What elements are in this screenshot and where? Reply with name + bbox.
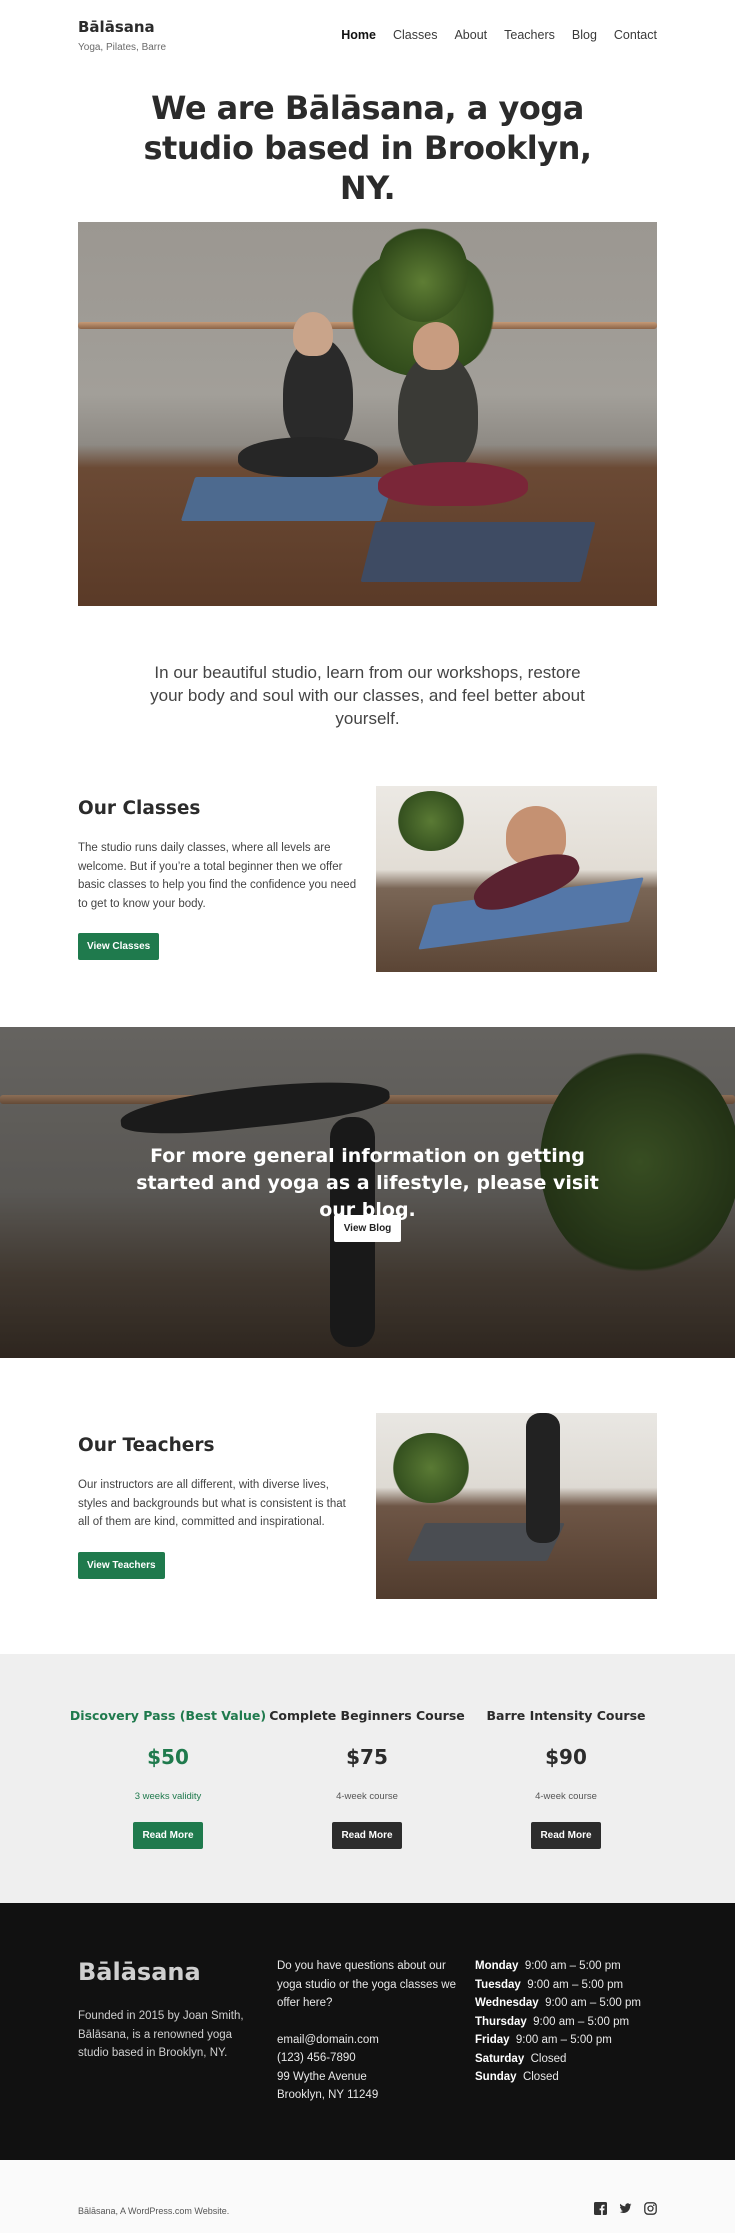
hours-time: 9:00 am – 5:00 pm [515, 2034, 612, 2046]
hours-time: 9:00 am – 5:00 pm [524, 1960, 621, 1972]
hours-row: Monday 9:00 am – 5:00 pm [475, 1957, 665, 1976]
social-links [594, 2202, 657, 2215]
hours-time: 9:00 am – 5:00 pm [527, 1978, 624, 1991]
footer-hours: Monday 9:00 am – 5:00 pm Tuesday 9:00 am… [475, 1957, 665, 2087]
pricing-card-title: Discovery Pass (Best Value) [69, 1708, 267, 1723]
main-nav: Home Classes About Teachers Blog Contact [341, 28, 657, 42]
hours-time: 9:00 am – 5:00 pm [545, 1997, 641, 2009]
hours-row: Thursday 9:00 am – 5:00 pm [475, 2013, 665, 2032]
classes-text: The studio runs daily classes, where all… [78, 842, 357, 910]
nav-item-blog[interactable]: Blog [572, 28, 597, 42]
pricing-card-price: $75 [346, 1745, 388, 1769]
site-tagline: Yoga, Pilates, Barre [78, 42, 167, 53]
footer-address-line1: 99 Wythe Avenue [277, 2070, 367, 2083]
instagram-icon[interactable] [644, 2202, 657, 2215]
teachers-text: Our instructors are all different, with … [78, 1479, 346, 1528]
hours-row: Tuesday 9:00 am – 5:00 pm [475, 1976, 665, 1995]
footer-contact-question: Do you have questions about our yoga stu… [277, 1960, 456, 2009]
site-title-link[interactable]: Bālāsana [78, 18, 155, 36]
hours-day: Saturday [475, 2052, 525, 2065]
hero-image [78, 222, 657, 606]
blog-banner-text: For more general information on getting … [136, 1145, 599, 1221]
pricing-card-title: Barre Intensity Course [486, 1708, 646, 1723]
teachers-image [376, 1413, 657, 1599]
footer-phone: (123) 456-7890 [277, 2052, 356, 2064]
page: Bālāsana Yoga, Pilates, Barre Home Class… [0, 0, 735, 2233]
nav-item-home[interactable]: Home [341, 28, 376, 42]
pricing-card-barre: Barre Intensity Course $90 4-week course… [466, 1708, 666, 1849]
classes-image [376, 786, 657, 972]
hero-title: We are Bālāsana, a yoga studio based in … [143, 89, 593, 207]
nav-item-about[interactable]: About [454, 28, 487, 42]
hours-row: Friday 9:00 am – 5:00 pm [475, 2031, 665, 2050]
hours-time: Closed [530, 2052, 567, 2065]
site-credit-link[interactable]: Bālāsana, A WordPress.com Website. [78, 2206, 229, 2216]
nav-item-contact[interactable]: Contact [614, 28, 657, 42]
pricing-card-note: 4-week course [336, 1791, 398, 1802]
hours-time: 9:00 am – 5:00 pm [533, 2015, 630, 2028]
hours-time: Closed [522, 2071, 559, 2083]
site-footer: Bālāsana Founded in 2015 by Joan Smith, … [0, 1903, 735, 2160]
hours-day: Tuesday [475, 1978, 521, 1991]
hours-day: Thursday [475, 2015, 527, 2028]
footer-brand: Bālāsana [78, 1958, 201, 1986]
read-more-button[interactable]: Read More [133, 1822, 203, 1849]
hours-day: Monday [475, 1960, 519, 1972]
bottom-bar: Bālāsana, A WordPress.com Website. [0, 2160, 735, 2233]
classes-title: Our Classes [78, 798, 201, 819]
pricing-card-beginners: Complete Beginners Course $75 4-week cou… [267, 1708, 467, 1849]
nav-item-classes[interactable]: Classes [393, 28, 437, 42]
footer-contact: Do you have questions about our yoga stu… [277, 1957, 467, 2105]
hours-row: Sunday Closed [475, 2068, 665, 2087]
pricing-card-note: 4-week course [535, 1791, 597, 1802]
pricing-card-discovery: Discovery Pass (Best Value) $50 3 weeks … [68, 1708, 268, 1849]
pricing-section: Discovery Pass (Best Value) $50 3 weeks … [0, 1654, 735, 1903]
pricing-card-note: 3 weeks validity [134, 1791, 202, 1802]
hours-day: Wednesday [475, 1997, 539, 2009]
view-teachers-button[interactable]: View Teachers [78, 1551, 165, 1579]
pricing-card-price: $90 [545, 1745, 587, 1769]
site-header: Bālāsana Yoga, Pilates, Barre Home Class… [78, 18, 657, 58]
read-more-button[interactable]: Read More [332, 1822, 402, 1849]
teachers-section: Our Teachers Our instructors are all dif… [78, 1435, 360, 1579]
footer-address-line2: Brooklyn, NY 11249 [277, 2089, 379, 2101]
nav-item-teachers[interactable]: Teachers [504, 28, 555, 42]
teachers-title: Our Teachers [78, 1435, 215, 1456]
pricing-card-title: Complete Beginners Course [269, 1708, 465, 1723]
view-blog-button[interactable]: View Blog [333, 1215, 402, 1242]
read-more-button[interactable]: Read More [531, 1822, 601, 1849]
footer-email-link[interactable]: email@domain.com [277, 2031, 467, 2050]
hours-row: Saturday Closed [475, 2050, 665, 2069]
facebook-icon[interactable] [594, 2202, 607, 2215]
blog-banner: For more general information on getting … [0, 1027, 735, 1358]
hours-day: Sunday [475, 2071, 517, 2083]
classes-section: Our Classes The studio runs daily classe… [78, 798, 360, 960]
intro-text: In our beautiful studio, learn from our … [150, 663, 585, 728]
twitter-icon[interactable] [619, 2202, 632, 2215]
hours-row: Wednesday 9:00 am – 5:00 pm [475, 1994, 665, 2013]
hours-day: Friday [475, 2034, 510, 2046]
pricing-card-price: $50 [147, 1745, 189, 1769]
footer-about-text: Founded in 2015 by Joan Smith, Bālāsana,… [78, 2010, 244, 2059]
view-classes-button[interactable]: View Classes [78, 933, 160, 960]
